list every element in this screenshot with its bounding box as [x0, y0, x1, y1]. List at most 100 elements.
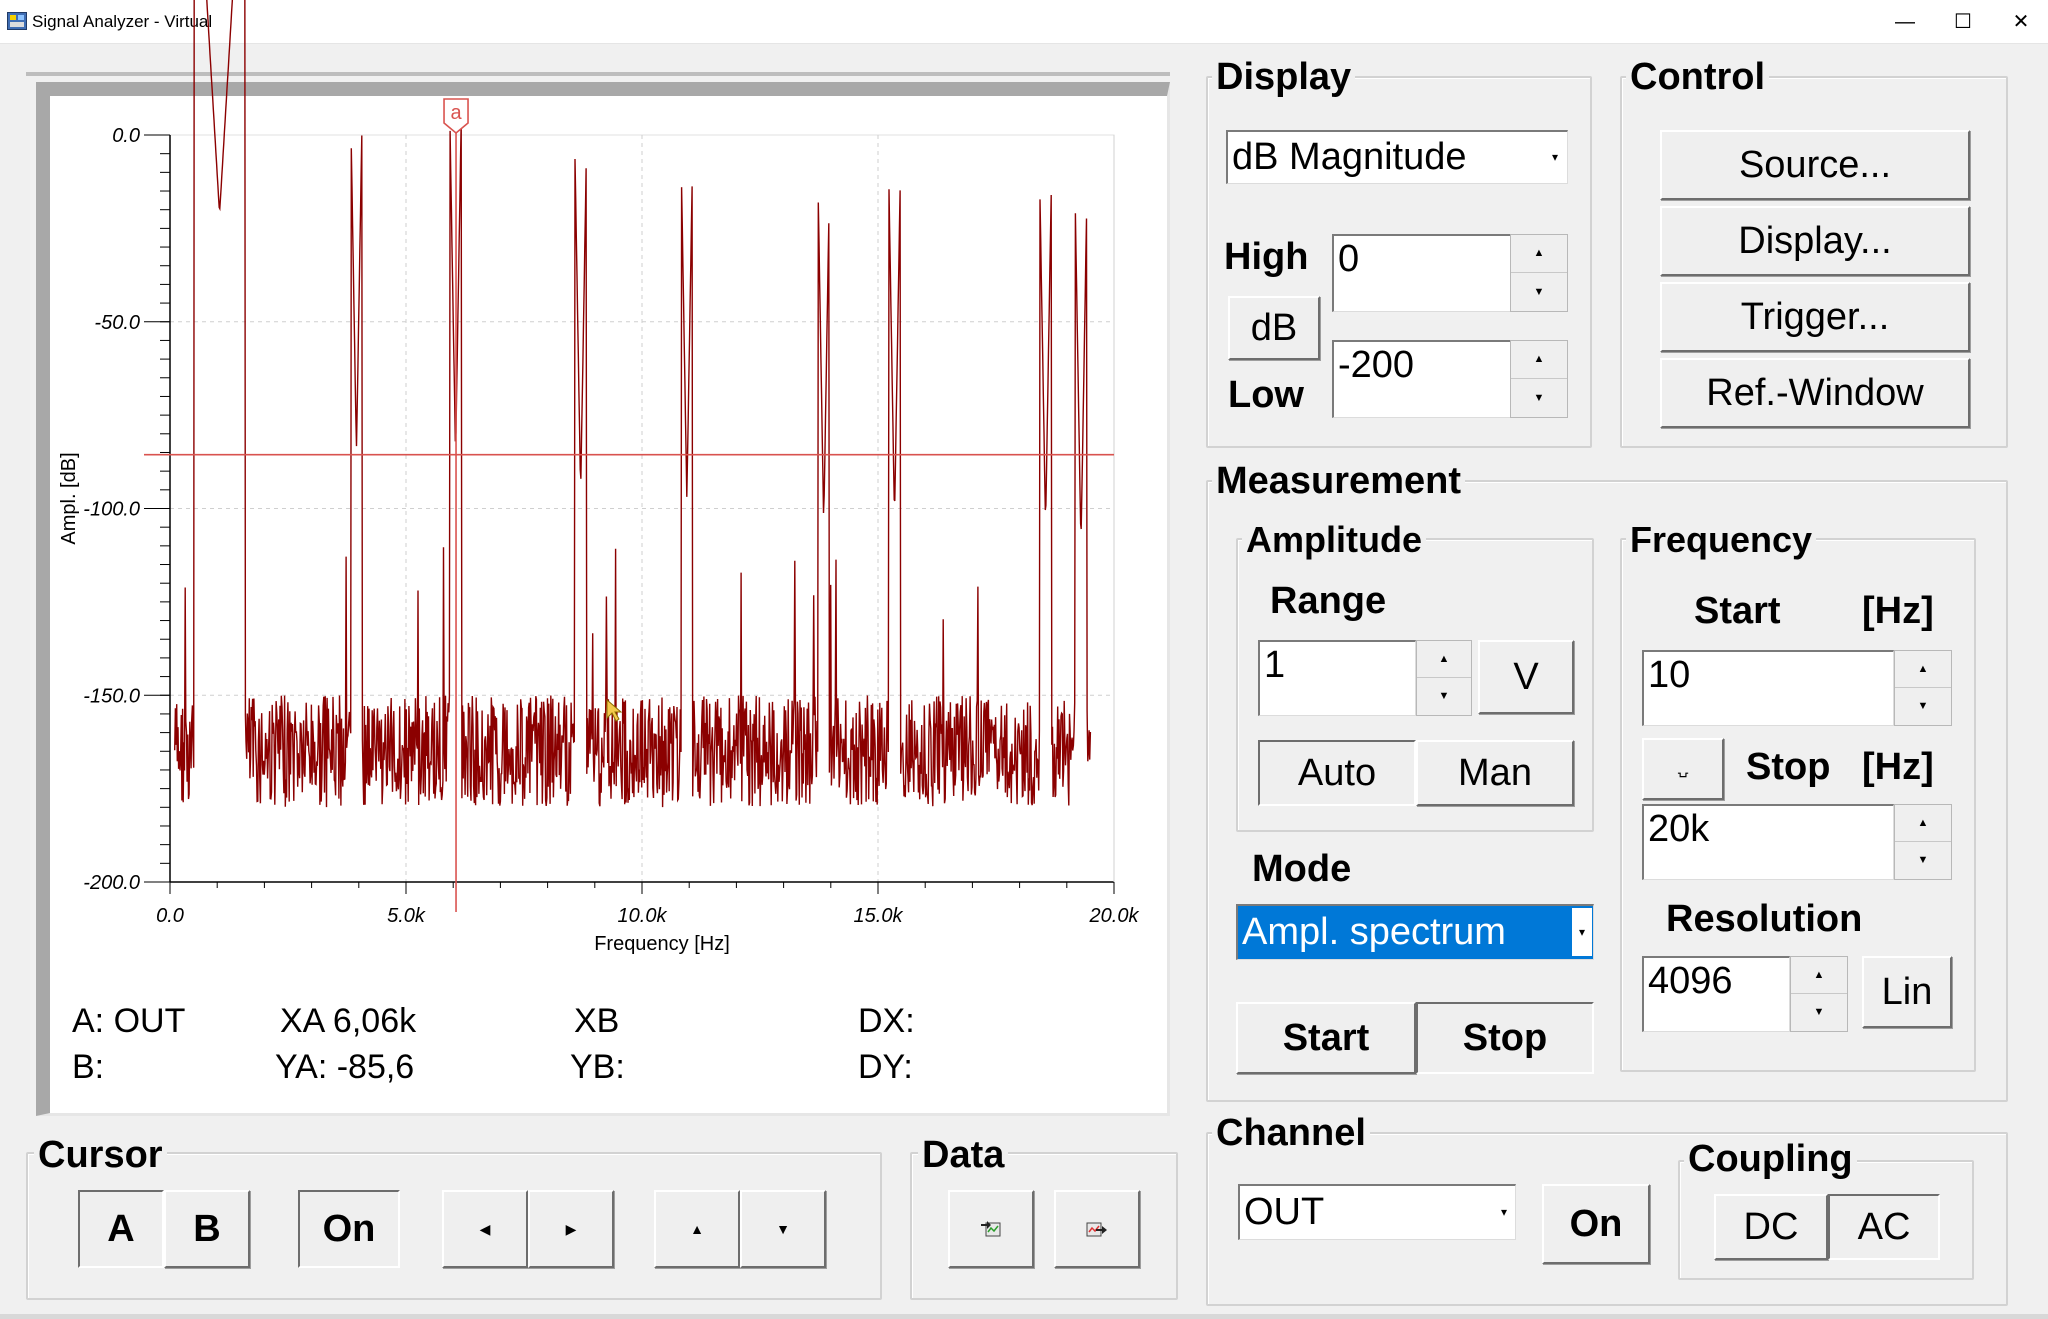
high-input[interactable]: 0: [1332, 234, 1512, 312]
mode-select[interactable]: Ampl. spectrum: [1236, 904, 1594, 960]
channel-group-title: Channel: [1212, 1114, 1370, 1152]
data-export-button[interactable]: [1054, 1190, 1140, 1268]
triangle-right-icon: ▶: [565, 1220, 577, 1237]
freq-stop-input[interactable]: 20k: [1642, 804, 1894, 880]
cursor-group-title: Cursor: [34, 1136, 167, 1174]
cursor-dy-value: DY:: [858, 1048, 913, 1086]
spin-up-icon[interactable]: ▲: [1895, 651, 1951, 688]
freq-start-label: Start: [1694, 590, 1781, 632]
cursor-b-button[interactable]: B: [164, 1190, 250, 1268]
freq-stop-label: Stop: [1746, 746, 1831, 788]
export-data-icon: [1086, 1222, 1107, 1237]
high-label: High: [1224, 236, 1309, 278]
channel-on-button[interactable]: On: [1542, 1184, 1650, 1264]
freq-stop-unit: [Hz]: [1862, 746, 1934, 788]
cursor-xa-value: XA 6,06k: [280, 1002, 417, 1040]
low-input[interactable]: -200: [1332, 340, 1512, 418]
ac-button[interactable]: AC: [1828, 1194, 1940, 1260]
cursor-dx-value: DX:: [858, 1002, 915, 1040]
data-import-button[interactable]: [948, 1190, 1034, 1268]
source-button[interactable]: Source...: [1660, 130, 1970, 200]
cursor-b-channel: B:: [72, 1048, 105, 1086]
cursor-up-button[interactable]: ▲: [654, 1190, 740, 1268]
y-tick-label: -200.0: [83, 872, 140, 894]
triangle-left-icon: ◀: [479, 1220, 491, 1237]
chevron-down-icon[interactable]: ▾: [1494, 1188, 1514, 1236]
ref-window-button[interactable]: Ref.-Window: [1660, 358, 1970, 428]
link-icon: ⍽: [1677, 760, 1689, 777]
dc-button[interactable]: DC: [1714, 1194, 1828, 1260]
spin-up-icon[interactable]: ▲: [1511, 341, 1567, 379]
range-label: Range: [1270, 580, 1387, 622]
lin-button[interactable]: Lin: [1862, 956, 1952, 1028]
display-group-title: Display: [1212, 58, 1356, 96]
stop-link-button[interactable]: ⍽: [1642, 738, 1724, 800]
y-tick-label: -150.0: [83, 685, 140, 707]
chevron-down-icon[interactable]: ▾: [1572, 908, 1592, 956]
start-button[interactable]: Start: [1236, 1002, 1416, 1074]
spin-up-icon[interactable]: ▲: [1895, 805, 1951, 842]
low-spinner[interactable]: ▲ ▼: [1510, 340, 1568, 418]
resolution-label: Resolution: [1666, 898, 1863, 940]
low-label: Low: [1228, 374, 1304, 416]
stop-button[interactable]: Stop: [1416, 1002, 1594, 1074]
range-input[interactable]: 1: [1258, 640, 1416, 716]
x-tick-label: 0.0: [156, 905, 184, 927]
spin-down-icon[interactable]: ▼: [1417, 678, 1471, 715]
import-data-icon: [981, 1221, 1001, 1237]
man-button[interactable]: Man: [1416, 740, 1574, 806]
cursor-left-button[interactable]: ◀: [442, 1190, 528, 1268]
x-tick-label: 20.0k: [1089, 905, 1140, 927]
mode-label: Mode: [1252, 848, 1352, 890]
resolution-input[interactable]: 4096: [1642, 956, 1790, 1032]
y-tick-label: 0.0: [112, 125, 140, 147]
spin-down-icon[interactable]: ▼: [1895, 842, 1951, 879]
freq-start-input[interactable]: 10: [1642, 650, 1894, 726]
channel-select[interactable]: OUT: [1238, 1184, 1516, 1240]
cursor-a-flag-label: a: [450, 102, 462, 124]
measurement-group-title: Measurement: [1212, 462, 1465, 500]
x-tick-label: 5.0k: [387, 905, 426, 927]
spin-down-icon[interactable]: ▼: [1511, 273, 1567, 311]
spin-up-icon[interactable]: ▲: [1511, 235, 1567, 273]
spin-down-icon[interactable]: ▼: [1511, 379, 1567, 417]
y-tick-label: -50.0: [94, 312, 140, 334]
control-group-title: Control: [1626, 58, 1770, 96]
display-settings-button[interactable]: Display...: [1660, 206, 1970, 276]
cursor-a-channel: A: OUT: [72, 1002, 186, 1040]
spin-down-icon[interactable]: ▼: [1791, 994, 1847, 1031]
coupling-group-title: Coupling: [1684, 1140, 1857, 1178]
channel-value: OUT: [1244, 1191, 1325, 1233]
x-tick-label: 10.0k: [618, 905, 668, 927]
status-strip: [0, 1314, 2048, 1319]
range-unit-button[interactable]: V: [1478, 640, 1574, 714]
cursor-a-button[interactable]: A: [78, 1190, 164, 1268]
high-spinner[interactable]: ▲ ▼: [1510, 234, 1568, 312]
cursor-ya-value: YA: -85,6: [275, 1048, 415, 1086]
double-up-icon: ▲: [690, 1221, 704, 1237]
x-axis-label: Frequency [Hz]: [594, 933, 730, 955]
display-mode-value: dB Magnitude: [1232, 136, 1467, 178]
chevron-down-icon[interactable]: ▾: [1544, 134, 1566, 180]
cursor-down-button[interactable]: ▼: [740, 1190, 826, 1268]
mode-value: Ampl. spectrum: [1242, 911, 1506, 953]
spin-up-icon[interactable]: ▲: [1417, 641, 1471, 678]
range-spinner[interactable]: ▲ ▼: [1416, 640, 1472, 716]
y-tick-label: -100.0: [83, 499, 140, 521]
frequency-group-title: Frequency: [1626, 522, 1817, 558]
trigger-button[interactable]: Trigger...: [1660, 282, 1970, 352]
freq-start-unit: [Hz]: [1862, 590, 1934, 632]
double-down-icon: ▼: [776, 1221, 790, 1237]
freq-start-spinner[interactable]: ▲ ▼: [1894, 650, 1952, 726]
spin-down-icon[interactable]: ▼: [1895, 688, 1951, 725]
auto-button[interactable]: Auto: [1258, 740, 1416, 806]
cursor-xb-value: XB: [574, 1002, 620, 1040]
cursor-right-button[interactable]: ▶: [528, 1190, 614, 1268]
spin-up-icon[interactable]: ▲: [1791, 957, 1847, 994]
resolution-spinner[interactable]: ▲ ▼: [1790, 956, 1848, 1032]
display-mode-select[interactable]: dB Magnitude: [1226, 130, 1568, 184]
y-axis-label: Ampl. [dB]: [58, 452, 80, 544]
db-button[interactable]: dB: [1228, 296, 1320, 360]
freq-stop-spinner[interactable]: ▲ ▼: [1894, 804, 1952, 880]
cursor-on-button[interactable]: On: [298, 1190, 400, 1268]
